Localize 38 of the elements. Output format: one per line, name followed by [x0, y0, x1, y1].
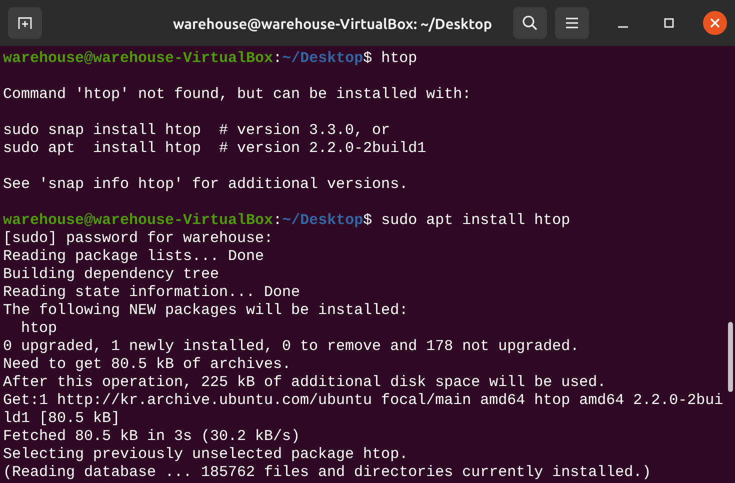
output-line: (Reading database ... 185762 files and directories currently installed.) [3, 464, 652, 482]
window-title: warehouse@warehouse-VirtualBox: ~/Desktop [172, 14, 494, 32]
close-icon [710, 18, 720, 28]
search-icon [522, 15, 538, 31]
output-line: Fetched 80.5 kB in 3s (30.2 kB/s) [3, 428, 300, 446]
output-line: htop [20, 320, 58, 338]
command-text: $ sudo apt install htop [363, 212, 570, 230]
output-line: Reading package lists... Done [3, 248, 264, 266]
menu-button[interactable] [555, 7, 589, 39]
output-line: Need to get 80.5 kB of archives. [3, 356, 292, 374]
prompt-path: ~/Desktop [282, 212, 364, 230]
menu-icon [565, 17, 579, 29]
output-line: Reading state information... Done [3, 284, 300, 302]
output-line: After this operation, 225 kB of additional disk space will be used. [3, 374, 606, 392]
prompt-user: warehouse@warehouse-VirtualBox [3, 212, 274, 230]
close-button[interactable] [703, 11, 727, 35]
command-text: $ htop [363, 50, 418, 68]
output-line: See 'snap info htop' for additional versions. [3, 176, 408, 194]
output-line: ld1 [80.5 kB] [3, 410, 120, 428]
output-line: The following NEW packages will be installed: [3, 302, 408, 320]
prompt-separator: : [273, 50, 282, 68]
output-line: Selecting previously unselected package htop. [3, 446, 408, 464]
maximize-icon [664, 18, 674, 28]
minimize-icon [618, 26, 628, 28]
output-line: Command 'htop' not found, but can be installed with: [3, 86, 472, 104]
output-line: 0 upgraded, 1 newly installed, 0 to remove and 178 not upgraded. [3, 338, 580, 356]
output-line: [sudo] password for warehouse: [3, 230, 274, 248]
prompt-path: ~/Desktop [282, 50, 364, 68]
scrollbar-thumb[interactable] [728, 322, 733, 392]
new-tab-button[interactable] [8, 7, 42, 39]
output-line: sudo apt install htop # version 2.2.0-2build1 [3, 140, 426, 158]
prompt-user: warehouse@warehouse-VirtualBox [3, 50, 274, 68]
search-button[interactable] [513, 7, 547, 39]
prompt-separator: : [273, 212, 282, 230]
output-line: Get:1 http://kr.archive.ubuntu.com/ubuntu focal/main amd64 htop amd64 2.2.0-2bui [3, 392, 724, 410]
output-line: Building dependency tree [3, 266, 220, 284]
output-line: sudo snap install htop # version 3.3.0, or [3, 122, 390, 140]
new-tab-icon [17, 15, 33, 31]
